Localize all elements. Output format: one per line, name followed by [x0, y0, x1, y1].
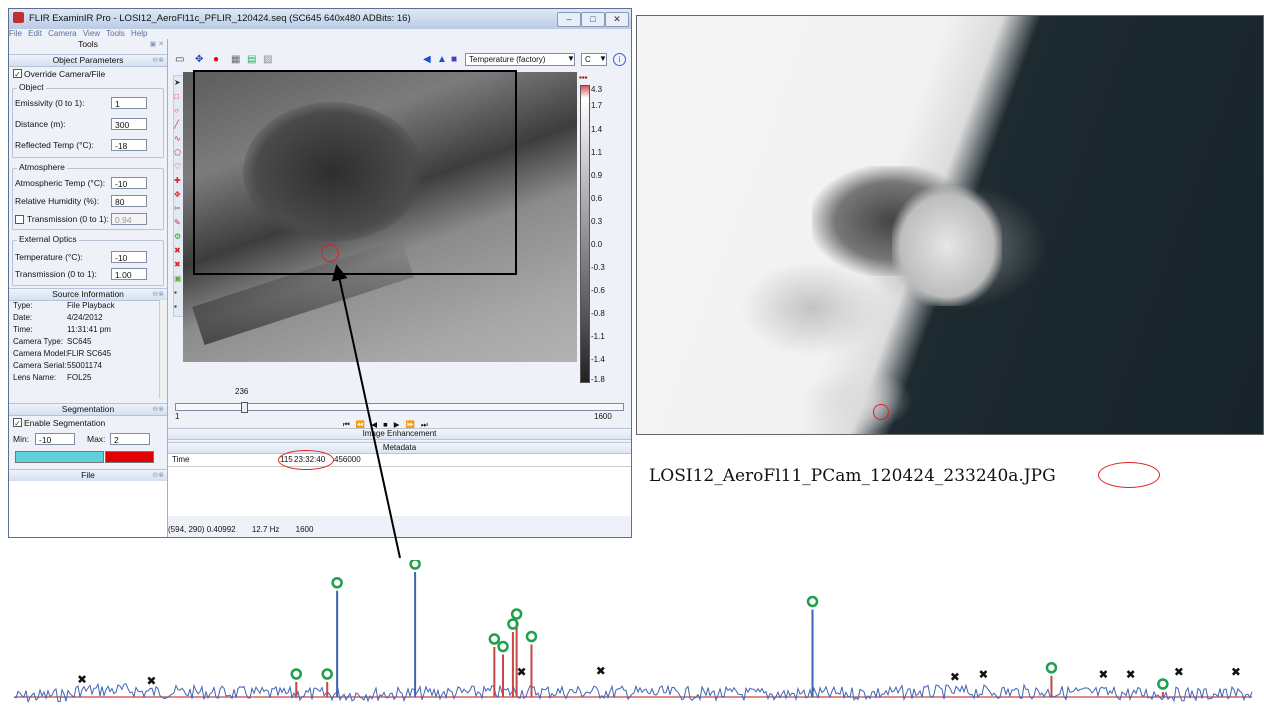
detection-circle-marker [806, 595, 819, 608]
detection-circle-marker [510, 608, 523, 620]
rejection-cross-marker: ✖ [517, 665, 527, 679]
detection-circle-marker [1045, 662, 1058, 674]
detection-circle-marker [488, 633, 501, 645]
rejection-cross-marker: ✖ [596, 664, 606, 678]
arrow-line [331, 264, 401, 559]
rejection-cross-marker: ✖ [1174, 665, 1184, 679]
rejection-cross-marker: ✖ [950, 670, 960, 684]
detection-circle-marker [290, 668, 303, 680]
detection-circle-marker [409, 560, 421, 570]
detection-circle-marker [497, 640, 509, 653]
rejection-cross-marker: ✖ [1231, 665, 1241, 679]
time-series-plot: ✖ ✖ ✖ ✖ ✖ ✖ ✖ ✖ ✖ ✖ [13, 560, 1253, 704]
detection-circle-marker [321, 668, 333, 680]
marker-group: ✖ ✖ ✖ ✖ ✖ ✖ ✖ ✖ ✖ ✖ [77, 560, 1241, 690]
signal-line [13, 682, 1253, 704]
detection-circle-marker [1157, 678, 1169, 690]
detection-circle-marker [331, 577, 343, 589]
rejection-cross-marker: ✖ [77, 673, 87, 687]
rejection-cross-marker: ✖ [1126, 668, 1136, 682]
rejection-cross-marker: ✖ [978, 668, 988, 682]
detection-circle-marker [525, 630, 538, 643]
rejection-cross-marker: ✖ [1098, 668, 1108, 682]
rejection-cross-marker: ✖ [146, 674, 156, 688]
spike-group [295, 572, 1164, 697]
